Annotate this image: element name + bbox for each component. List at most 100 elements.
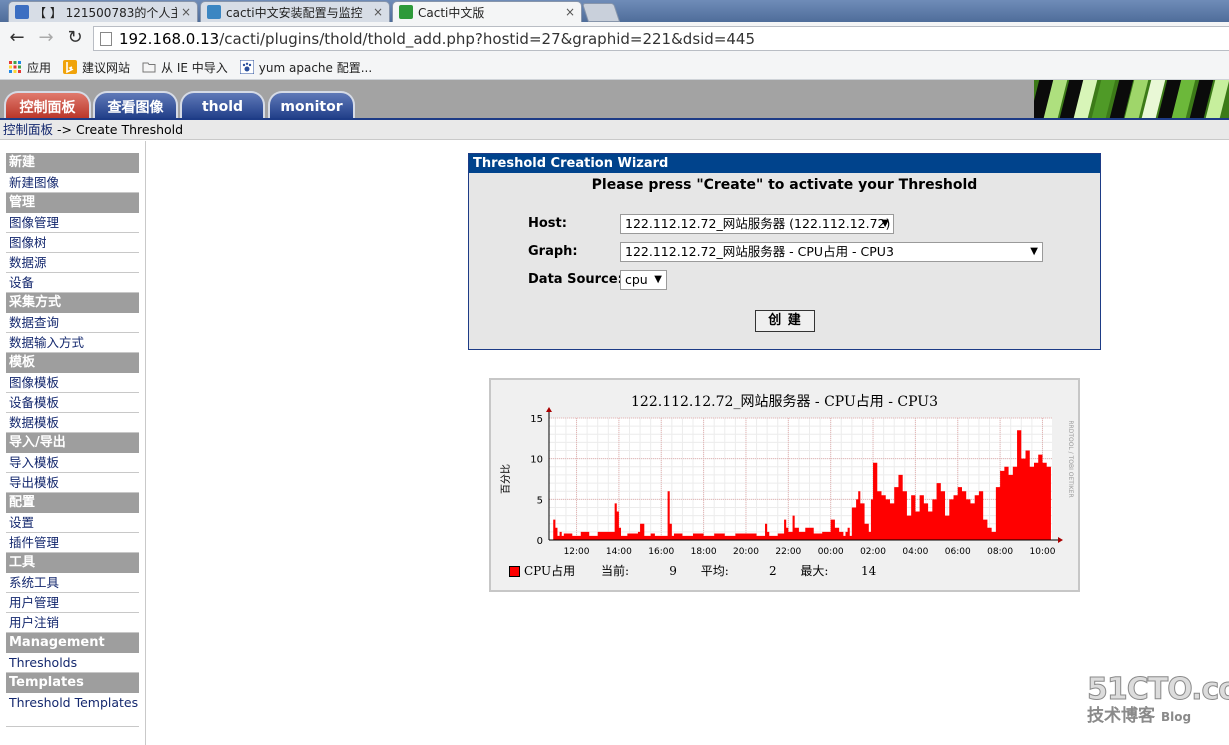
y-axis-title: 百分比 xyxy=(500,464,512,494)
bookmark-apps[interactable]: 应用 xyxy=(8,59,51,76)
page-icon xyxy=(207,5,221,19)
legend-current-value: 9 xyxy=(669,564,677,578)
bookmarks-bar: 应用 建议网站 从 IE 中导入 yum apache 配置... xyxy=(0,55,1229,80)
tab-graphs[interactable]: 查看图像 xyxy=(93,91,178,120)
url-text: 192.168.0.13/cacti/plugins/thold/thold_a… xyxy=(119,29,756,48)
legend-avg-label: 平均: xyxy=(700,564,729,578)
x-tick-label: 02:00 xyxy=(860,547,886,557)
bing-icon xyxy=(63,60,78,74)
close-icon[interactable]: × xyxy=(565,5,575,19)
menu-item-system-utilities[interactable]: 系统工具 xyxy=(6,573,139,593)
x-tick-label: 16:00 xyxy=(648,547,674,557)
menu-item-user-management[interactable]: 用户管理 xyxy=(6,593,139,613)
menu-item-devices[interactable]: 设备 xyxy=(6,273,139,293)
menu-item-thresholds[interactable]: Thresholds xyxy=(6,653,139,673)
data-source-select[interactable]: cpu ▼ xyxy=(620,270,667,290)
menu-item-data-sources[interactable]: 数据源 xyxy=(6,253,139,273)
menu-item-graph-trees[interactable]: 图像树 xyxy=(6,233,139,253)
menu-group-import-export: 导入/导出 xyxy=(6,433,139,453)
reload-icon[interactable]: ↻ xyxy=(64,27,86,49)
dropdown-arrow-icon: ▼ xyxy=(1030,246,1038,257)
tab-console[interactable]: 控制面板 xyxy=(4,91,91,120)
tab-thold[interactable]: thold xyxy=(180,91,265,120)
menu-group-utilities: 工具 xyxy=(6,553,139,573)
sidebar-menu: 新建 新建图像 管理 图像管理 图像树 数据源 设备 采集方式 数据查询 数据输… xyxy=(0,141,146,745)
y-tick-label: 0 xyxy=(537,536,543,547)
menu-item-data-input-methods[interactable]: 数据输入方式 xyxy=(6,333,139,353)
menu-group-management: 管理 xyxy=(6,193,139,213)
bookmark-label: 应用 xyxy=(27,60,52,75)
legend-current-label: 当前: xyxy=(601,564,630,578)
bookmark-label: yum apache 配置... xyxy=(258,60,373,75)
browser-tab-label: 【 】 121500783的个人主 xyxy=(34,5,177,20)
cacti-logo-stripes xyxy=(1034,80,1229,120)
browser-tab-1[interactable]: 【 】 121500783的个人主 × xyxy=(8,1,198,22)
legend-avg-value: 2 xyxy=(768,564,777,578)
back-arrow-icon[interactable]: ← xyxy=(6,27,28,49)
menu-item-graph-management[interactable]: 图像管理 xyxy=(6,213,139,233)
wizard-title: Threshold Creation Wizard xyxy=(469,154,1100,173)
create-button[interactable]: 创 建 xyxy=(755,310,815,332)
cpu-graph: 122.112.12.72_网站服务器 - CPU占用 - CPU3 0 5 10 1… xyxy=(489,378,1080,592)
menu-item-logout[interactable]: 用户注销 xyxy=(6,613,139,633)
apps-grid-icon xyxy=(9,61,21,73)
menu-item-data-queries[interactable]: 数据查询 xyxy=(6,313,139,333)
data-source-select-value: cpu xyxy=(625,272,648,287)
menu-group-collection-methods: 采集方式 xyxy=(6,293,139,313)
graph-canvas: 0 5 10 15 12:00 14:00 16:00 18:00 20:00 22:00 00:0… xyxy=(500,407,1074,557)
browser-tabstrip: 【 】 121500783的个人主 × cacti中文安装配置与监控 × Cac… xyxy=(0,0,1229,22)
menu-item-threshold-templates[interactable]: Threshold Templates xyxy=(6,693,139,727)
51cto-watermark: 51CTO.com 技术博客Blog xyxy=(1086,672,1229,727)
x-tick-label: 14:00 xyxy=(606,547,632,557)
legend-max-label: 最大: xyxy=(800,564,829,578)
host-label: Host: xyxy=(528,216,567,231)
x-axis-arrow xyxy=(1058,537,1063,543)
bookmark-label: 建议网站 xyxy=(82,60,131,75)
x-tick-label: 10:00 xyxy=(1030,547,1056,557)
bookmark-suggested[interactable]: 建议网站 xyxy=(63,59,130,76)
x-tick-label: 08:00 xyxy=(987,547,1013,557)
breadcrumb-console-link[interactable]: 控制面板 xyxy=(3,122,53,137)
graph-select[interactable]: 122.112.12.72_网站服务器 - CPU占用 - CPU3 ▼ xyxy=(620,242,1043,262)
new-tab-button[interactable] xyxy=(581,3,621,22)
menu-item-export-templates[interactable]: 导出模板 xyxy=(6,473,139,493)
close-icon[interactable]: × xyxy=(373,5,383,19)
menu-item-settings[interactable]: 设置 xyxy=(6,513,139,533)
folder-icon xyxy=(142,62,156,73)
menu-item-import-templates[interactable]: 导入模板 xyxy=(6,453,139,473)
x-tick-label: 04:00 xyxy=(902,547,928,557)
x-tick-label: 00:00 xyxy=(818,547,844,557)
y-tick-label: 10 xyxy=(530,455,543,466)
breadcrumb: 控制面板 -> Create Threshold xyxy=(0,120,1229,140)
menu-item-graph-templates[interactable]: 图像模板 xyxy=(6,373,139,393)
paw-icon xyxy=(239,60,254,74)
wizard-instructions: Please press "Create" to activate your T… xyxy=(591,177,978,193)
x-tick-label: 18:00 xyxy=(691,547,717,557)
menu-item-host-templates[interactable]: 设备模板 xyxy=(6,393,139,413)
y-tick-label: 15 xyxy=(530,414,543,425)
browser-tab-label: cacti中文安装配置与监控 xyxy=(226,5,363,20)
bookmark-import-ie[interactable]: 从 IE 中导入 xyxy=(142,59,228,76)
breadcrumb-current: -> Create Threshold xyxy=(53,122,184,137)
menu-item-new-graphs[interactable]: 新建图像 xyxy=(6,173,139,193)
bookmark-yum-apache[interactable]: yum apache 配置... xyxy=(239,59,373,76)
menu-group-thold-templates: Templates xyxy=(6,673,139,693)
threshold-wizard: Threshold Creation Wizard Please press "… xyxy=(468,153,1101,350)
menu-item-plugin-management[interactable]: 插件管理 xyxy=(6,533,139,553)
tab-monitor[interactable]: monitor xyxy=(268,91,355,120)
x-tick-label: 20:00 xyxy=(733,547,759,557)
legend-series: CPU占用 xyxy=(524,564,576,578)
y-tick-label: 5 xyxy=(537,495,543,506)
y-axis-arrow xyxy=(546,407,552,412)
cacti-logo-icon xyxy=(399,5,413,19)
cacti-header: 控制面板 查看图像 thold monitor xyxy=(0,80,1229,120)
address-bar[interactable]: 192.168.0.13/cacti/plugins/thold/thold_a… xyxy=(93,26,1229,51)
menu-group-templates: 模板 xyxy=(6,353,139,373)
host-select[interactable]: 122.112.12.72_网站服务器 (122.112.12.72) ▼ xyxy=(620,214,894,234)
menu-item-data-templates[interactable]: 数据模板 xyxy=(6,413,139,433)
browser-tab-3[interactable]: Cacti中文版 × xyxy=(392,1,582,22)
forward-arrow-icon[interactable]: → xyxy=(35,27,57,49)
browser-tab-2[interactable]: cacti中文安装配置与监控 × xyxy=(200,1,390,22)
browser-tab-label: Cacti中文版 xyxy=(418,5,485,20)
close-icon[interactable]: × xyxy=(181,5,191,19)
